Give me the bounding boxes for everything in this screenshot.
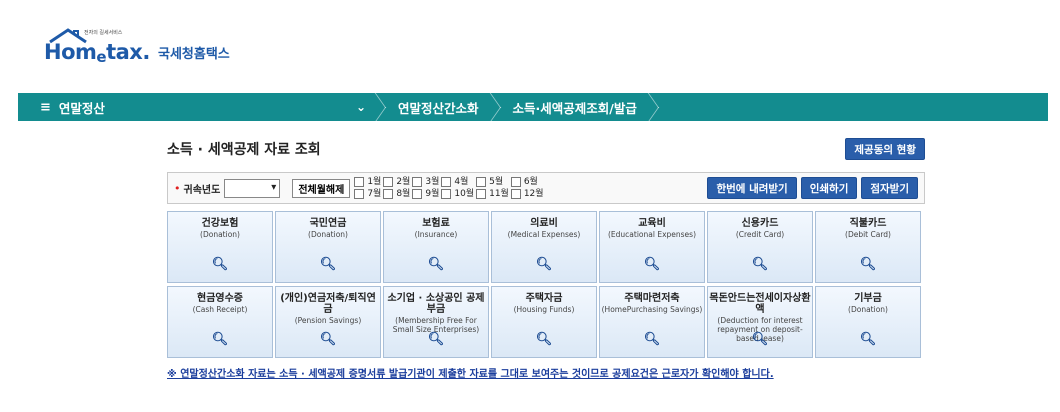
- tile-lease-interest-repayment[interactable]: 목돈안드는전세이자상환액 (Deduction for interest repa…: [707, 286, 813, 358]
- tile-pension-savings[interactable]: (개인)연금저축/퇴직연금 (Pension Savings) 🔍︎: [275, 286, 381, 358]
- hamburger-icon: ≡: [40, 99, 51, 115]
- breadcrumb-item-deduction-lookup[interactable]: 소득·세액공제조회/발급: [503, 98, 647, 117]
- month-checkbox-7[interactable]: 7월: [354, 189, 381, 199]
- search-icon: 🔍︎: [535, 257, 553, 272]
- download-all-button[interactable]: 한번에 내려받기: [707, 177, 797, 199]
- tile-home-purchasing-savings[interactable]: 주택마련저축 (HomePurchasing Savings) 🔍︎: [599, 286, 705, 358]
- title-row: 소득 · 세액공제 자료 조회 제공동의 현황: [167, 132, 925, 166]
- filter-actions: 한번에 내려받기 인쇄하기 점자받기: [707, 177, 924, 199]
- search-icon: 🔍︎: [427, 257, 445, 272]
- month-checkbox-9[interactable]: 9월: [412, 189, 439, 199]
- search-icon: 🔍︎: [319, 332, 337, 347]
- month-checkbox-12[interactable]: 12월: [510, 189, 544, 199]
- search-icon: 🔍︎: [211, 332, 229, 347]
- logo-mark: 전자의 길세서비스 Hometax.: [44, 28, 154, 66]
- month-checkbox-8[interactable]: 8월: [383, 189, 410, 199]
- nav-bar: ≡ 연말정산 ⌄ 연말정산간소화 소득·세액공제조회/발급: [18, 93, 1048, 121]
- filter-bar: • 귀속년도 ▾ 전체월해제 1월 2월 3월 4월 5월 6월 7월 8월 9…: [167, 172, 925, 204]
- month-checkbox-2[interactable]: 2월: [383, 177, 410, 187]
- tile-health-insurance[interactable]: 건강보험 (Donation) 🔍︎: [167, 211, 273, 283]
- breadcrumb-separator: [647, 93, 661, 121]
- consent-status-button[interactable]: 제공동의 현황: [845, 138, 925, 160]
- page-title: 소득 · 세액공제 자료 조회: [167, 142, 321, 158]
- search-icon: 🔍︎: [211, 257, 229, 272]
- tile-cash-receipt[interactable]: 현금영수증 (Cash Receipt) 🔍︎: [167, 286, 273, 358]
- nav-menu-button[interactable]: ≡ 연말정산: [18, 98, 356, 117]
- notice-text[interactable]: ※ 연말정산간소화 자료는 소득 · 세액공제 증명서류 발급기관이 제출한 자…: [167, 365, 925, 380]
- tile-medical-expenses[interactable]: 의료비 (Medical Expenses) 🔍︎: [491, 211, 597, 283]
- month-checkbox-5[interactable]: 5월: [476, 177, 509, 187]
- tile-housing-funds[interactable]: 주택자금 (Housing Funds) 🔍︎: [491, 286, 597, 358]
- chevron-down-icon: ▾: [271, 181, 277, 193]
- tile-debit-card[interactable]: 직불카드 (Debit Card) 🔍︎: [815, 211, 921, 283]
- month-checkbox-6[interactable]: 6월: [510, 177, 544, 187]
- search-icon: 🔍︎: [751, 332, 769, 347]
- logo-korean-name: 국세청홈택스: [158, 47, 230, 62]
- required-marker: •: [174, 181, 181, 195]
- nav-menu-label: 연말정산: [58, 100, 105, 116]
- search-icon: 🔍︎: [859, 257, 877, 272]
- search-icon: 🔍︎: [643, 257, 661, 272]
- search-icon: 🔍︎: [427, 332, 445, 347]
- tile-donation[interactable]: 기부금 (Donation) 🔍︎: [815, 286, 921, 358]
- month-checkbox-11[interactable]: 11월: [476, 189, 509, 199]
- month-checkbox-10[interactable]: 10월: [441, 189, 474, 199]
- tile-education-expenses[interactable]: 교육비 (Educational Expenses) 🔍︎: [599, 211, 705, 283]
- year-select[interactable]: ▾: [224, 178, 281, 198]
- breadcrumb-separator: [489, 93, 503, 121]
- breadcrumb-item-simplified[interactable]: 연말정산간소화: [388, 98, 489, 117]
- search-icon: 🔍︎: [751, 257, 769, 272]
- month-checkboxes: 1월 2월 3월 4월 5월 6월 7월 8월 9월 10월 11월 12월: [354, 176, 544, 200]
- search-icon: 🔍︎: [535, 332, 553, 347]
- search-icon: 🔍︎: [859, 332, 877, 347]
- logo-wordmark: Hometax.: [44, 40, 150, 66]
- month-checkbox-1[interactable]: 1월: [354, 177, 381, 187]
- logo-tagline: 전자의 길세서비스: [84, 30, 123, 36]
- tile-small-business-mutual-aid[interactable]: 소기업 · 소상공인 공제부금 (Membership Free For Smal…: [383, 286, 489, 358]
- year-label: 귀속년도: [183, 184, 221, 196]
- chevron-down-icon[interactable]: ⌄: [356, 100, 374, 114]
- month-checkbox-4[interactable]: 4월: [441, 177, 474, 187]
- month-checkbox-3[interactable]: 3월: [412, 177, 439, 187]
- breadcrumb-separator: [374, 93, 388, 121]
- toggle-all-months-button[interactable]: 전체월해제: [292, 178, 351, 198]
- tile-insurance[interactable]: 보험료 (Insurance) 🔍︎: [383, 211, 489, 283]
- hometax-logo[interactable]: 전자의 길세서비스 Hometax. 국세청홈택스: [44, 28, 230, 66]
- deduction-category-grid: 건강보험 (Donation) 🔍︎ 국민연금 (Donation) 🔍︎ 보험료 (In…: [167, 211, 925, 358]
- main-content: 소득 · 세액공제 자료 조회 제공동의 현황 • 귀속년도 ▾ 전체월해제 1…: [167, 132, 925, 380]
- tile-credit-card[interactable]: 신용카드 (Credit Card) 🔍︎: [707, 211, 813, 283]
- search-icon: 🔍︎: [643, 332, 661, 347]
- tile-national-pension[interactable]: 국민연금 (Donation) 🔍︎: [275, 211, 381, 283]
- search-icon: 🔍︎: [319, 257, 337, 272]
- site-header: 전자의 길세서비스 Hometax. 국세청홈택스: [0, 0, 1060, 88]
- braille-download-button[interactable]: 점자받기: [861, 177, 918, 199]
- print-button[interactable]: 인쇄하기: [800, 177, 858, 199]
